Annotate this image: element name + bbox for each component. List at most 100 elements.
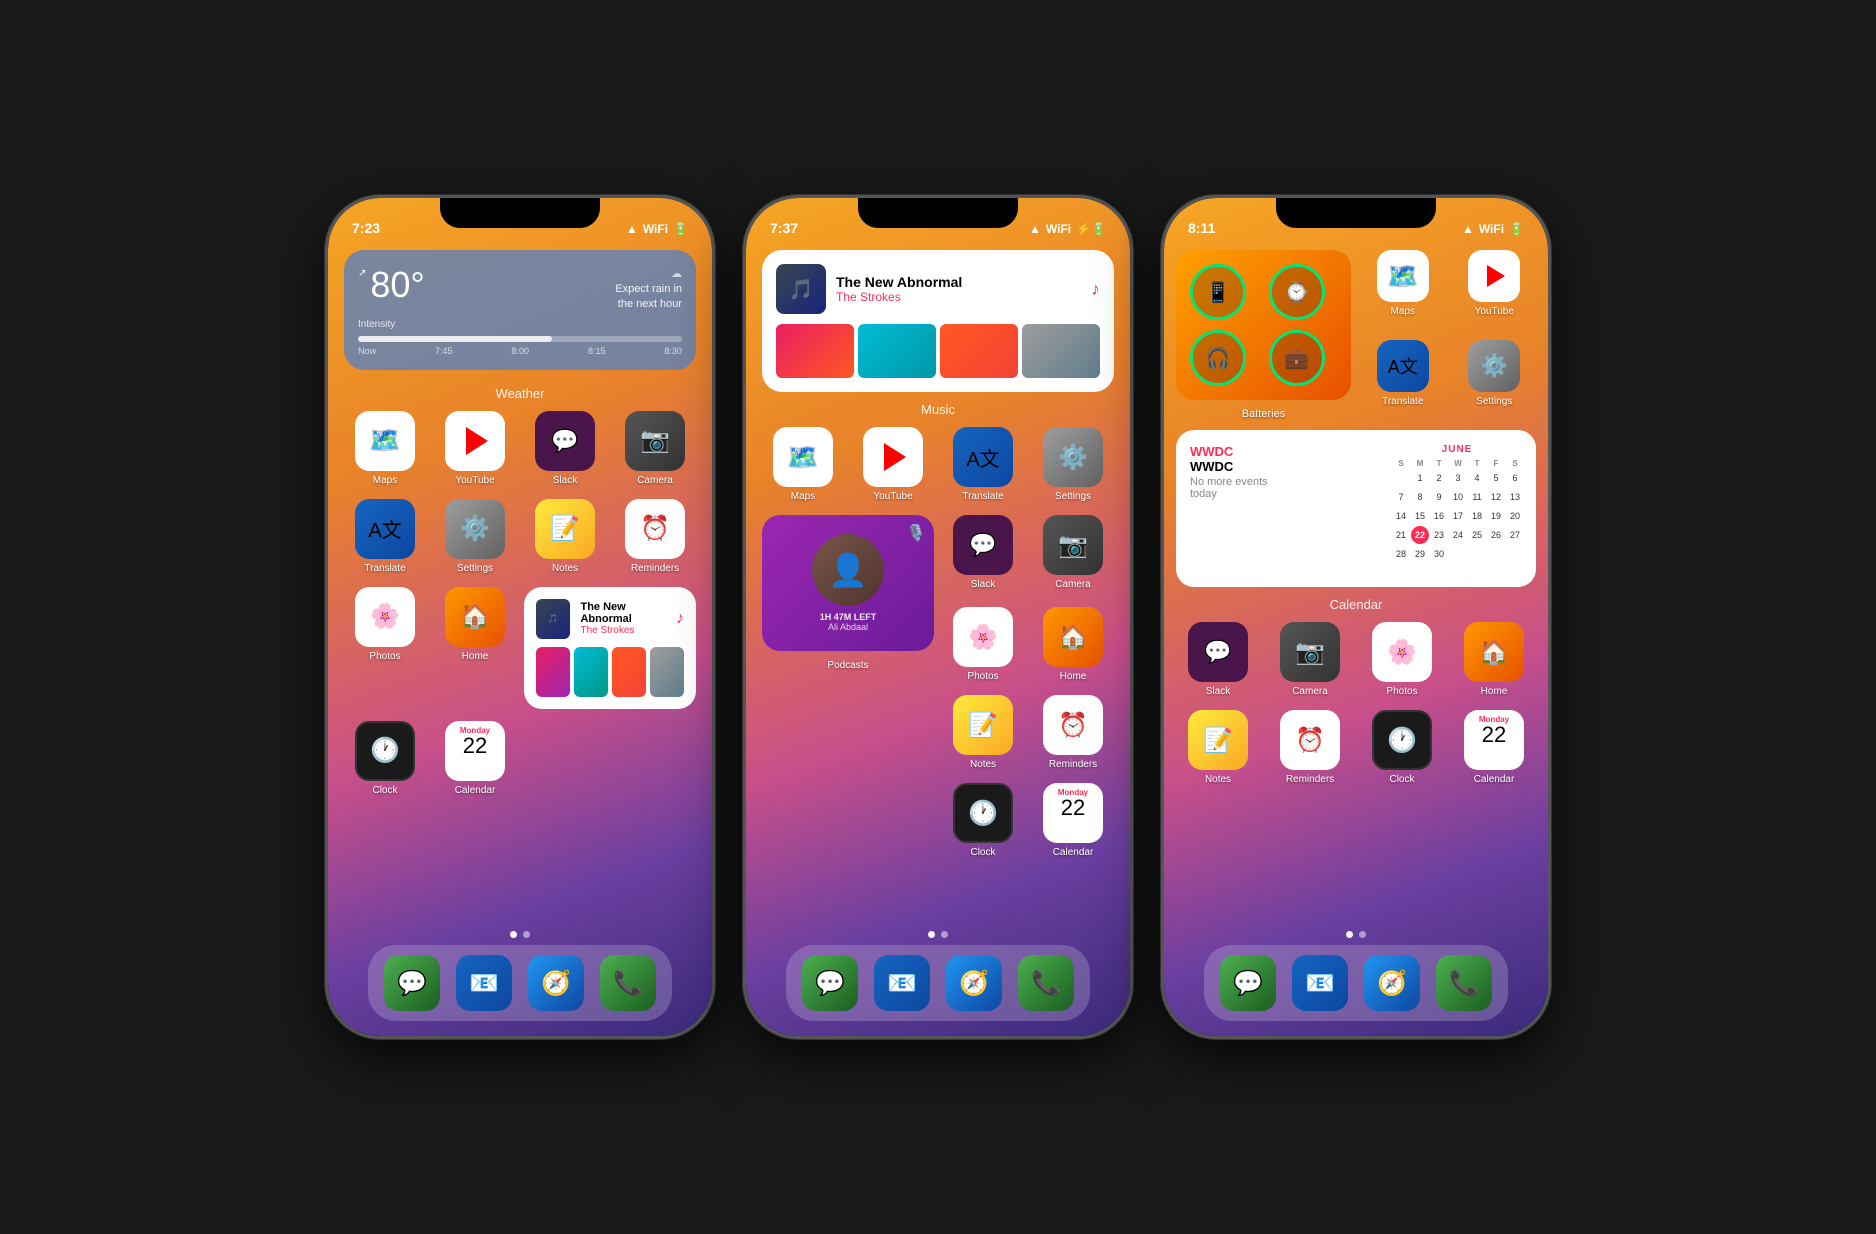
battery-icon-1: 🔋 <box>673 222 688 236</box>
intensity-label: Intensity <box>358 319 682 330</box>
p3-app-notes[interactable]: 📝 Notes <box>1176 710 1260 786</box>
app-slack[interactable]: 💬 Slack <box>524 411 606 487</box>
batteries-label: Batteries <box>1242 408 1285 420</box>
dock-mail-2[interactable]: 📧 <box>874 955 930 1011</box>
music-title: The New Abnormal <box>580 601 666 625</box>
dock-safari-2[interactable]: 🧭 <box>946 955 1002 1011</box>
p3-app-photos[interactable]: 🌸 Photos <box>1360 622 1444 698</box>
wifi-icon-1: WiFi <box>643 222 668 236</box>
page-dots-3 <box>1164 931 1548 938</box>
intensity-bar <box>358 336 682 342</box>
dock-safari-1[interactable]: 🧭 <box>528 955 584 1011</box>
p2-app-row-1: 🗺️ Maps YouTube A文 Translate ⚙️ Settings <box>762 427 1114 503</box>
dock-safari-3[interactable]: 🧭 <box>1364 955 1420 1011</box>
music-widget-small[interactable]: 🎵 The New Abnormal The Strokes ♪ <box>524 587 696 709</box>
dock-mail-3[interactable]: 📧 <box>1292 955 1348 1011</box>
p3-app-row-2: 📝 Notes ⏰ Reminders 🕐 Clock Monday 22 <box>1176 710 1536 786</box>
p3-app-row-1: 💬 Slack 📷 Camera 🌸 Photos 🏠 Home <box>1176 622 1536 698</box>
p2-app-camera[interactable]: 📷 Camera <box>1032 515 1114 591</box>
app-notes[interactable]: 📝 Notes <box>524 499 606 575</box>
app-settings[interactable]: ⚙️ Settings <box>434 499 516 575</box>
time-3: 8:11 <box>1188 220 1215 236</box>
dock-phone-2[interactable]: 📞 <box>1018 955 1074 1011</box>
dock-messages-3[interactable]: 💬 <box>1220 955 1276 1011</box>
time-1: 7:23 <box>352 220 380 236</box>
app-row-2: A文 Translate ⚙️ Settings 📝 Notes ⏰ Remin… <box>344 499 696 575</box>
music-artist: The Strokes <box>580 625 666 636</box>
p2-app-reminders[interactable]: ⏰ Reminders <box>1032 695 1114 771</box>
signal-icon-2: ▲ <box>1029 222 1041 236</box>
app-photos[interactable]: 🌸 Photos <box>344 587 426 709</box>
p3-app-translate[interactable]: A文 Translate <box>1361 340 1445 408</box>
music-widget-large[interactable]: 🎵 The New Abnormal The Strokes ♪ <box>762 250 1114 392</box>
weather-temp: 80° <box>370 264 424 306</box>
app-reminders[interactable]: ⏰ Reminders <box>614 499 696 575</box>
music-widget-artist: The Strokes <box>836 290 1081 304</box>
dock-phone-1[interactable]: 📞 <box>600 955 656 1011</box>
p2-app-slack[interactable]: 💬 Slack <box>942 515 1024 591</box>
p2-app-settings[interactable]: ⚙️ Settings <box>1032 427 1114 503</box>
wifi-icon-3: WiFi <box>1479 222 1504 236</box>
p3-app-slack[interactable]: 💬 Slack <box>1176 622 1260 698</box>
music-widget-title: The New Abnormal <box>836 274 1081 290</box>
cal-event: WWDC <box>1190 444 1268 459</box>
p3-app-maps[interactable]: 🗺️ Maps <box>1361 250 1445 318</box>
p2-app-calendar[interactable]: Monday 22 Calendar <box>1032 783 1114 859</box>
dock-mail-1[interactable]: 📧 <box>456 955 512 1011</box>
p3-app-settings[interactable]: ⚙️ Settings <box>1453 340 1537 408</box>
p2-app-translate[interactable]: A文 Translate <box>942 427 1024 503</box>
notch-1 <box>440 198 600 228</box>
dock-messages-2[interactable]: 💬 <box>802 955 858 1011</box>
p2-app-photos[interactable]: 🌸 Photos <box>942 607 1024 683</box>
podcast-name: Ali Abdaal <box>828 622 868 632</box>
phone-3: 8:11 ▲ WiFi 🔋 📱 ⌚ 🎧 💼 <box>1161 195 1551 1039</box>
cal-no-events: No more eventstoday <box>1190 476 1268 500</box>
weather-desc: Expect rain inthe next hour <box>615 282 682 313</box>
time-2: 7:37 <box>770 220 798 236</box>
p3-app-clock[interactable]: 🕐 Clock <box>1360 710 1444 786</box>
p2-app-row-4: 🕐 Clock Monday 22 Calendar <box>762 783 1114 859</box>
weather-label: Weather <box>344 386 696 401</box>
app-camera[interactable]: 📷 Camera <box>614 411 696 487</box>
dock-1: 💬 📧 🧭 📞 <box>328 946 712 1036</box>
app-home[interactable]: 🏠 Home <box>434 587 516 709</box>
p3-app-camera[interactable]: 📷 Camera <box>1268 622 1352 698</box>
p2-app-clock[interactable]: 🕐 Clock <box>942 783 1024 859</box>
p2-app-row-3: 📝 Notes ⏰ Reminders <box>762 695 1114 771</box>
p3-top-section: 📱 ⌚ 🎧 💼 Batteries 🗺️ Maps <box>1176 250 1536 422</box>
app-translate[interactable]: A文 Translate <box>344 499 426 575</box>
app-clock-1[interactable]: 🕐 Clock <box>344 721 426 797</box>
p2-app-home[interactable]: 🏠 Home <box>1032 607 1114 683</box>
p2-app-row-2: 🎙️ 👤 1H 47M LEFT Ali Abdaal Podcasts 💬 S… <box>762 515 1114 683</box>
dock-messages-1[interactable]: 💬 <box>384 955 440 1011</box>
p3-app-youtube[interactable]: YouTube <box>1453 250 1537 318</box>
app-calendar-1[interactable]: Monday 22 Calendar <box>434 721 516 797</box>
app-youtube[interactable]: YouTube <box>434 411 516 487</box>
time-row: Now7:458:008:158:30 <box>358 346 682 356</box>
p3-app-calendar[interactable]: Monday 22 Calendar <box>1452 710 1536 786</box>
phone-1: 7:23 ▲ WiFi 🔋 ↗ 80° ☁ <box>325 195 715 1039</box>
batteries-section[interactable]: 📱 ⌚ 🎧 💼 Batteries <box>1176 250 1351 422</box>
app-row-3: 🌸 Photos 🏠 Home 🎵 The New Abnormal Th <box>344 587 696 709</box>
dock-phone-3[interactable]: 📞 <box>1436 955 1492 1011</box>
p2-app-youtube[interactable]: YouTube <box>852 427 934 503</box>
p3-app-home[interactable]: 🏠 Home <box>1452 622 1536 698</box>
app-maps[interactable]: 🗺️ Maps <box>344 411 426 487</box>
weather-widget[interactable]: ↗ 80° ☁ Expect rain inthe next hour Inte… <box>344 250 696 370</box>
music-label: Music <box>762 402 1114 417</box>
podcast-widget[interactable]: 🎙️ 👤 1H 47M LEFT Ali Abdaal Podcasts <box>762 515 934 673</box>
dock-3: 💬 📧 🧭 📞 <box>1164 946 1548 1036</box>
p2-app-maps[interactable]: 🗺️ Maps <box>762 427 844 503</box>
calendar-widget-section[interactable]: WWDC WWDC No more eventstoday JUNE SMTWT… <box>1176 430 1536 612</box>
signal-icon-1: ▲ <box>626 222 638 236</box>
calendar-widget[interactable]: WWDC WWDC No more eventstoday JUNE SMTWT… <box>1176 430 1536 587</box>
podcast-time: 1H 47M LEFT <box>820 612 877 622</box>
battery-icon-2: ⚡🔋 <box>1076 222 1106 236</box>
notch-2 <box>858 198 1018 228</box>
calendar-label: Calendar <box>1176 597 1536 612</box>
wifi-icon-2: WiFi <box>1046 222 1071 236</box>
p3-app-reminders[interactable]: ⏰ Reminders <box>1268 710 1352 786</box>
page-dots-1 <box>328 931 712 938</box>
phone-2: 7:37 ▲ WiFi ⚡🔋 🎵 The New Abnormal The St… <box>743 195 1133 1039</box>
p2-app-notes[interactable]: 📝 Notes <box>942 695 1024 771</box>
